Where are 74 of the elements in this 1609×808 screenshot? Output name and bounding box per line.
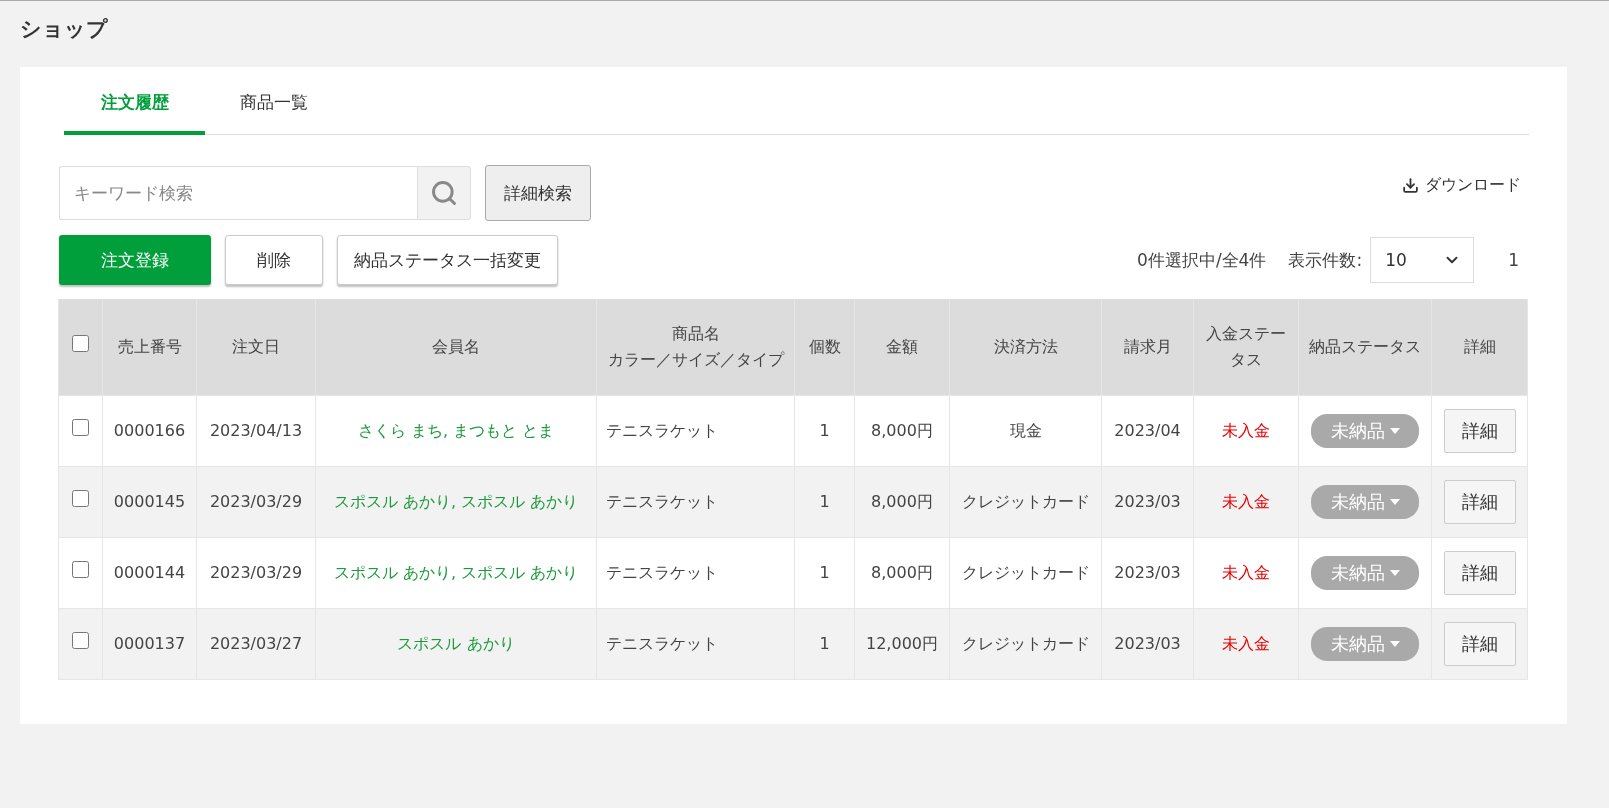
- detail-button[interactable]: 詳細: [1443, 480, 1516, 524]
- download-link[interactable]: ダウンロード: [1402, 175, 1521, 196]
- table-cell: 2023/03/29: [196, 466, 316, 538]
- selection-count: 0件選択中/全4件: [1137, 248, 1267, 272]
- advanced-search-button[interactable]: 詳細検索: [485, 165, 591, 221]
- table-cell: 未入金: [1193, 537, 1299, 609]
- search-button[interactable]: [417, 166, 471, 220]
- page-number[interactable]: 1: [1508, 250, 1519, 270]
- column-header: 金額: [885, 336, 919, 358]
- row-checkbox[interactable]: [72, 561, 89, 578]
- download-label: ダウンロード: [1425, 175, 1521, 196]
- column-header: 商品名: [670, 323, 721, 345]
- table-cell: 未入金: [1193, 395, 1299, 467]
- tab[interactable]: 商品一覧: [205, 79, 343, 135]
- column-header: 個数: [807, 336, 842, 358]
- table-cell: 未入金: [1193, 466, 1299, 538]
- detail-button[interactable]: 詳細: [1443, 622, 1516, 666]
- column-header: カラー／サイズ／タイプ: [606, 349, 786, 371]
- table-cell: 8,000円: [854, 395, 950, 467]
- caret-icon: [1389, 499, 1400, 505]
- column-header: 納品ステータス: [1308, 336, 1422, 358]
- caret-icon: [1389, 428, 1400, 434]
- table-cell: テニスラケット: [596, 608, 795, 680]
- member-link[interactable]: スポスル あかり, スポスル あかり: [315, 537, 597, 609]
- table-cell: 8,000円: [854, 537, 950, 609]
- table-cell: 2023/03/29: [196, 537, 316, 609]
- table-cell: 2023/03: [1101, 608, 1194, 680]
- table-cell: クレジットカード: [949, 608, 1102, 680]
- column-header: 会員名: [431, 336, 481, 358]
- table-cell: 0000144: [102, 537, 197, 609]
- table-cell: 2023/03/27: [196, 608, 316, 680]
- table-cell: 1: [794, 466, 855, 538]
- column-header: 請求月: [1122, 336, 1173, 358]
- column-header: 決済方法: [992, 336, 1059, 358]
- row-checkbox[interactable]: [72, 490, 89, 507]
- member-link[interactable]: さくら まち, まつもと とま: [315, 395, 597, 467]
- detail-button[interactable]: 詳細: [1443, 551, 1516, 595]
- caret-icon: [1389, 641, 1400, 647]
- page-size-label: 表示件数:: [1288, 248, 1363, 272]
- table-cell: 未入金: [1193, 608, 1299, 680]
- table-cell: 2023/03: [1101, 537, 1194, 609]
- search-field[interactable]: キーワード検索: [59, 166, 417, 220]
- page-title: ショップ: [20, 16, 109, 43]
- column-header: 入金ステータス: [1205, 323, 1287, 371]
- table-cell: 現金: [949, 395, 1102, 467]
- table-cell: 8,000円: [854, 466, 950, 538]
- action-button[interactable]: 納品ステータス一括変更: [337, 235, 558, 285]
- column-header: 注文日: [231, 336, 281, 358]
- table-cell: 2023/04: [1101, 395, 1194, 467]
- table-cell: テニスラケット: [596, 466, 795, 538]
- caret-icon: [1389, 570, 1400, 576]
- select-all-checkbox[interactable]: [72, 335, 89, 352]
- column-header: 詳細: [1462, 336, 1497, 358]
- table-cell: 0000137: [102, 608, 197, 680]
- row-checkbox[interactable]: [72, 419, 89, 436]
- action-button[interactable]: 削除: [225, 235, 323, 285]
- table-cell: 1: [794, 608, 855, 680]
- table-cell: 1: [794, 537, 855, 609]
- row-checkbox[interactable]: [72, 632, 89, 649]
- table-cell: 0000145: [102, 466, 197, 538]
- table-cell: 1: [794, 395, 855, 467]
- table-cell: 0000166: [102, 395, 197, 467]
- table-cell: 12,000円: [854, 608, 950, 680]
- search-icon: [430, 179, 458, 207]
- detail-button[interactable]: 詳細: [1443, 409, 1516, 453]
- column-header: 売上番号: [116, 336, 183, 358]
- table-cell: テニスラケット: [596, 395, 795, 467]
- table-cell: クレジットカード: [949, 537, 1102, 609]
- table-cell: クレジットカード: [949, 466, 1102, 538]
- table-cell: テニスラケット: [596, 537, 795, 609]
- table-cell: 2023/04/13: [196, 395, 316, 467]
- download-icon: [1402, 177, 1419, 194]
- table-cell: 2023/03: [1101, 466, 1194, 538]
- page-size-select[interactable]: 10: [1370, 237, 1475, 283]
